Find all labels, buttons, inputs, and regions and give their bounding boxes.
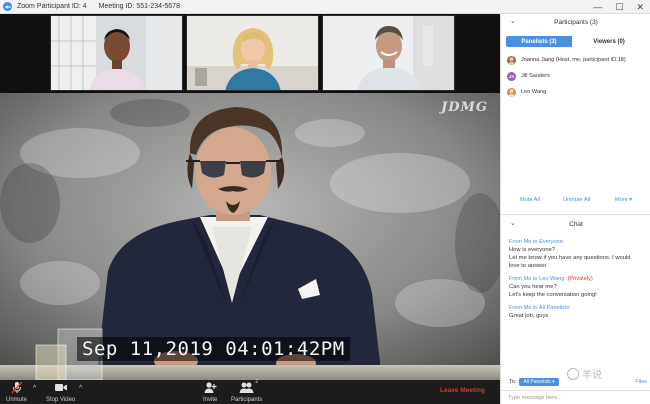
participant-name: Leo Wang (521, 89, 547, 95)
stop-video-button[interactable]: Stop Video (46, 381, 75, 403)
chat-message: From Me to Everyone: How is everyone? Le… (509, 238, 647, 270)
invite-button[interactable]: Invite (203, 381, 217, 403)
chat-panel-title: Chat (569, 220, 583, 228)
panel-divider (501, 214, 650, 215)
more-button[interactable]: More ▾ (615, 197, 632, 203)
participants-button[interactable]: 2 Participants (231, 379, 263, 403)
side-panel: ⌄ Participants (3) Panelists (3) Viewers… (500, 14, 650, 404)
participant-name: Joanna Jiang (Host, me, participant ID:1… (521, 57, 626, 63)
mute-all-button[interactable]: Mute All (520, 197, 540, 203)
participant-row[interactable]: JS Jill Sanders (501, 68, 650, 84)
video-watermark: JDMG (441, 100, 488, 115)
chat-panel-header: ⌄ Chat (501, 217, 650, 231)
main-speaker-video[interactable]: JDMG Sep 11,2019 04:01:42PM (0, 93, 500, 380)
close-button[interactable]: ✕ (636, 2, 644, 12)
invite-person-icon (204, 381, 217, 396)
zoom-logo-icon (3, 2, 12, 11)
title-bar: Zoom Participant ID: 4 Meeting ID: 551-2… (0, 0, 650, 14)
unmute-all-button[interactable]: Unmute All (563, 197, 590, 203)
unmute-label: Unmute (6, 397, 28, 403)
participants-group-icon: 2 (239, 379, 258, 396)
chat-recipient-select[interactable]: All Panelists ▾ (519, 378, 559, 386)
microphone-muted-icon (10, 381, 23, 396)
participants-panel-header: ⌄ Participants (3) (501, 14, 650, 30)
avatar (507, 55, 516, 65)
video-area: JDMG Sep 11,2019 04:01:42PM (0, 14, 500, 380)
window-title: Zoom Participant ID: 4 (17, 3, 87, 10)
chat-message-text: Let me know if you have any questions. I… (509, 255, 631, 261)
unmute-button[interactable]: Unmute (6, 381, 27, 403)
leave-meeting-button[interactable]: Leave Meeting (440, 387, 485, 394)
video-timestamp: Sep 11,2019 04:01:42PM (77, 337, 350, 361)
thumbnail-strip (0, 14, 500, 93)
maximize-button[interactable]: ☐ (615, 2, 623, 12)
invite-label: Invite (203, 397, 218, 403)
participant-video-thumbnail[interactable] (322, 15, 455, 91)
chat-message-text: Can you hear me? (509, 284, 557, 290)
collapse-participants-chevron-icon[interactable]: ⌄ (510, 17, 516, 25)
participants-label: Participants (231, 397, 263, 403)
chat-message-text: Let's keep the conversation going! (509, 292, 597, 298)
participant-video-thumbnail[interactable] (186, 15, 319, 91)
chat-message-text: love to answer. (509, 263, 548, 269)
chat-input-area (501, 390, 650, 404)
tab-panelists[interactable]: Panelists (3) (506, 36, 572, 47)
chat-message: From Me to Leo Wang: (Privately) Can you… (509, 275, 647, 299)
chat-recipient-row: To: All Panelists ▾ Files (509, 377, 647, 387)
audio-options-caret-icon[interactable]: ^ (33, 385, 36, 392)
chat-message-text: Great job, guys (509, 313, 549, 319)
participants-tab-switch: Panelists (3) Viewers (0) (506, 36, 646, 47)
chat-message-input[interactable] (508, 394, 638, 401)
avatar (507, 87, 516, 97)
chat-to-label: To: (509, 379, 517, 385)
video-options-caret-icon[interactable]: ^ (79, 385, 82, 392)
chat-message-text: How is everyone? (509, 247, 556, 253)
participant-actions: Mute All Unmute All More ▾ (501, 195, 650, 207)
chat-message: From Me to All Panelists: Great job, guy… (509, 304, 647, 320)
participant-name: Jill Sanders (521, 73, 550, 79)
avatar: JS (507, 71, 516, 81)
video-camera-icon (54, 381, 68, 396)
participants-count-badge: 2 (255, 379, 259, 385)
stop-video-label: Stop Video (46, 397, 76, 403)
files-button[interactable]: Files (635, 379, 647, 385)
participant-row[interactable]: Leo Wang (501, 84, 650, 100)
chat-message-list: From Me to Everyone: How is everyone? Le… (509, 238, 647, 325)
private-badge: (Privately) (567, 276, 593, 282)
tab-viewers[interactable]: Viewers (0) (572, 36, 646, 47)
participant-list: Joanna Jiang (Host, me, participant ID:1… (501, 52, 650, 100)
collapse-chat-chevron-icon[interactable]: ⌄ (510, 219, 516, 227)
participants-panel-title: Participants (3) (554, 18, 598, 26)
participant-row[interactable]: Joanna Jiang (Host, me, participant ID:1… (501, 52, 650, 68)
meeting-toolbar: Unmute ^ Stop Video ^ Invite 2 Participa… (0, 379, 500, 404)
chat-message-sender: From Me to All Panelists: (509, 305, 571, 311)
meeting-id: Meeting ID: 551-234-5678 (98, 3, 180, 10)
minimize-button[interactable]: — (593, 2, 602, 12)
participant-video-thumbnail[interactable] (50, 15, 183, 91)
chat-message-sender: From Me to Everyone: (509, 239, 565, 245)
chat-message-sender: From Me to Leo Wang: (Privately) (509, 276, 593, 282)
